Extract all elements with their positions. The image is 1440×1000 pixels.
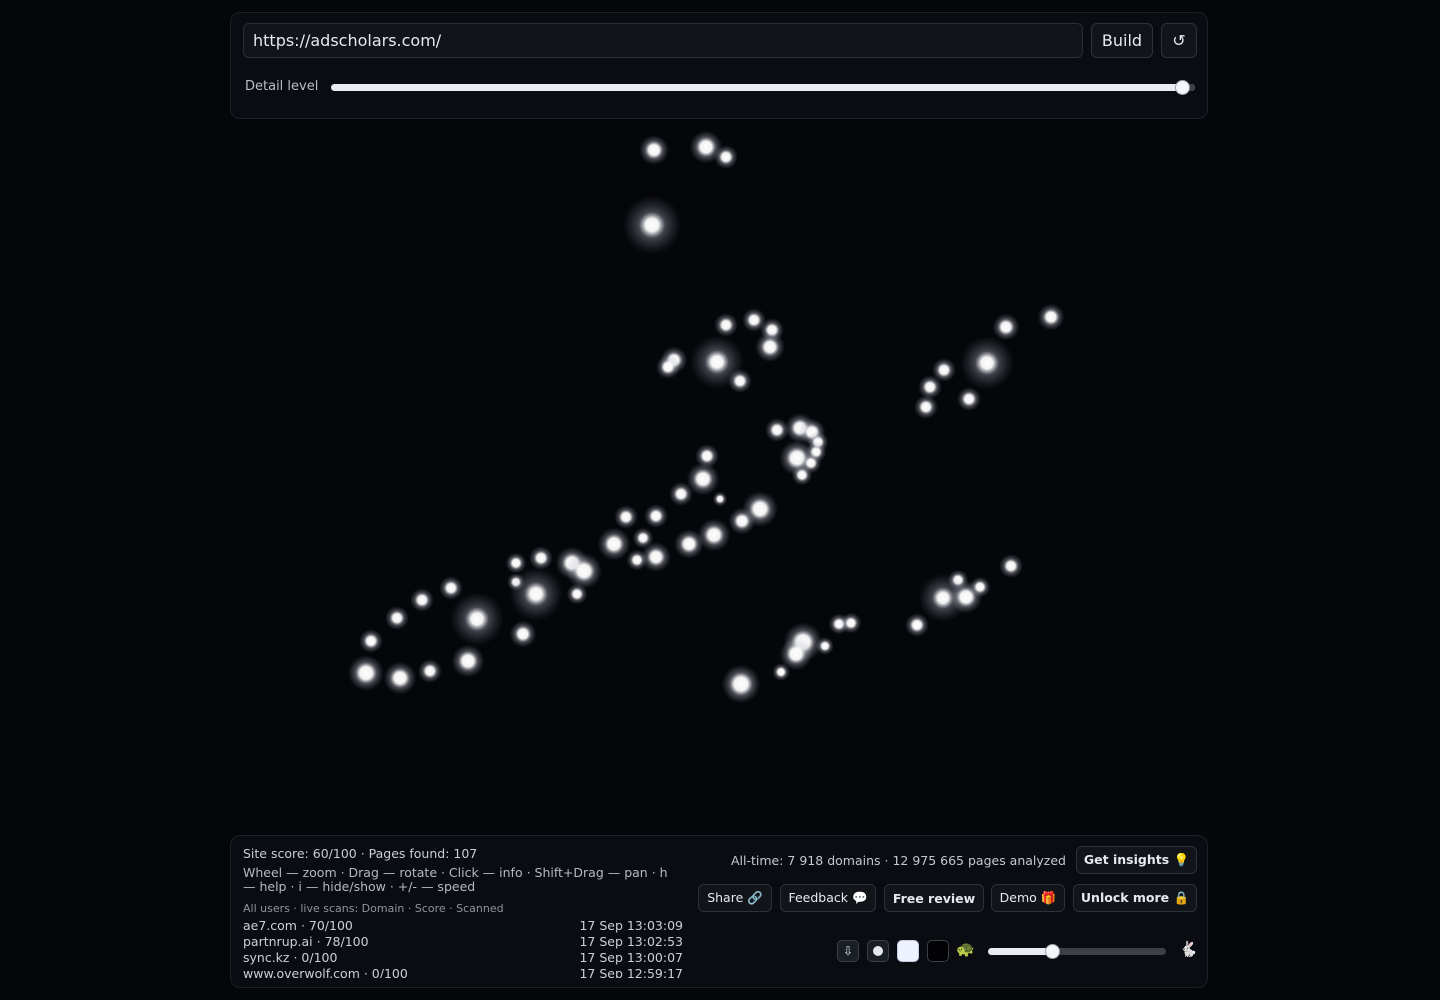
build-button[interactable]: Build <box>1091 23 1153 58</box>
download-icon: ⇩ <box>842 944 854 958</box>
graph-node[interactable] <box>728 507 756 535</box>
dot-style-button[interactable] <box>867 940 889 962</box>
graph-node[interactable] <box>410 588 434 612</box>
graph-node[interactable] <box>566 553 602 589</box>
graph-node[interactable] <box>960 336 1014 390</box>
alltime-stats: All-time: 7 918 domains · 12 975 665 pag… <box>731 853 1066 868</box>
graph-node[interactable] <box>385 606 409 630</box>
get-insights-button[interactable]: Get insights 💡 <box>1076 846 1197 874</box>
feedback-button[interactable]: Feedback 💬 <box>780 884 876 912</box>
rabbit-icon: 🐇 <box>1179 940 1198 958</box>
bottom-panel: Site score: 60/100 · Pages found: 107 Wh… <box>230 835 1208 988</box>
download-button[interactable]: ⇩ <box>837 940 859 962</box>
light-theme-button[interactable] <box>897 940 919 962</box>
detail-level-slider[interactable] <box>331 80 1195 95</box>
graph-node[interactable] <box>418 659 442 683</box>
help-text: Wheel — zoom · Drag — rotate · Click — i… <box>243 865 668 894</box>
speed-thumb[interactable] <box>1045 944 1061 959</box>
unlock-more-button[interactable]: Unlock more 🔒 <box>1073 884 1197 912</box>
graph-node[interactable] <box>669 482 693 506</box>
graph-node[interactable] <box>714 313 738 337</box>
live-scans-header: All users · live scans: Domain · Score ·… <box>243 902 504 915</box>
graph-node[interactable] <box>614 505 638 529</box>
graph-node[interactable] <box>791 464 813 486</box>
scan-row[interactable]: partnrup.ai · 78/100 17 Sep 13:02:53 <box>243 934 683 950</box>
graph-node[interactable] <box>450 592 504 646</box>
site-stats: Site score: 60/100 · Pages found: 107 <box>243 846 478 861</box>
detail-level-label: Detail level <box>245 79 319 94</box>
demo-button[interactable]: Demo 🎁 <box>991 884 1065 912</box>
graph-node[interactable] <box>840 612 862 634</box>
graph-node[interactable] <box>566 583 588 605</box>
graph-node[interactable] <box>721 664 761 704</box>
graph-node[interactable] <box>755 332 785 362</box>
graph-node[interactable] <box>348 655 384 691</box>
refresh-icon: ↺ <box>1172 31 1186 50</box>
graph-node[interactable] <box>674 529 704 559</box>
scan-row[interactable]: www.overwolf.com · 0/100 17 Sep 12:59:17 <box>243 966 683 978</box>
graph-node[interactable] <box>914 395 938 419</box>
scan-row[interactable]: sync.kz · 0/100 17 Sep 13:00:07 <box>243 950 683 966</box>
scan-row[interactable]: ae7.com · 70/100 17 Sep 13:03:09 <box>243 918 683 934</box>
graph-node[interactable] <box>383 661 417 695</box>
dark-theme-button[interactable] <box>927 940 949 962</box>
graph-node[interactable] <box>359 629 383 653</box>
turtle-icon: 🐢 <box>956 940 975 958</box>
graph-node[interactable] <box>439 576 463 600</box>
graph-node[interactable] <box>656 355 680 379</box>
graph-node[interactable] <box>918 375 942 399</box>
refresh-button[interactable]: ↺ <box>1161 23 1197 58</box>
live-scans-list: ae7.com · 70/100 17 Sep 13:03:09 partnrup… <box>243 918 683 978</box>
graph-node[interactable] <box>957 387 981 411</box>
graph-node[interactable] <box>641 542 671 572</box>
graph-node[interactable] <box>622 195 682 255</box>
free-review-button[interactable]: Free review <box>884 884 984 912</box>
site-graph-canvas[interactable] <box>0 120 1440 832</box>
graph-node[interactable] <box>714 145 738 169</box>
graph-node[interactable] <box>712 491 728 507</box>
speed-fill <box>988 948 1053 955</box>
graph-node[interactable] <box>999 554 1023 578</box>
detail-level-thumb[interactable] <box>1175 80 1191 95</box>
graph-node[interactable] <box>969 576 991 598</box>
graph-node[interactable] <box>992 313 1020 341</box>
graph-node[interactable] <box>644 504 668 528</box>
graph-node[interactable] <box>509 620 537 648</box>
graph-node[interactable] <box>728 369 752 393</box>
share-button[interactable]: Share 🔗 <box>698 884 772 912</box>
top-panel: Build ↺ Detail level <box>230 12 1208 119</box>
graph-node[interactable] <box>451 644 485 678</box>
graph-node[interactable] <box>509 567 563 621</box>
graph-nodes[interactable] <box>348 130 1065 704</box>
url-input[interactable] <box>243 23 1083 58</box>
graph-node[interactable] <box>639 135 669 165</box>
graph-node[interactable] <box>772 663 790 681</box>
graph-node[interactable] <box>597 527 631 561</box>
graph-node[interactable] <box>1037 303 1065 331</box>
speed-slider[interactable] <box>988 944 1166 959</box>
dot-icon <box>873 946 883 956</box>
graph-node[interactable] <box>905 613 929 637</box>
graph-node[interactable] <box>529 546 553 570</box>
